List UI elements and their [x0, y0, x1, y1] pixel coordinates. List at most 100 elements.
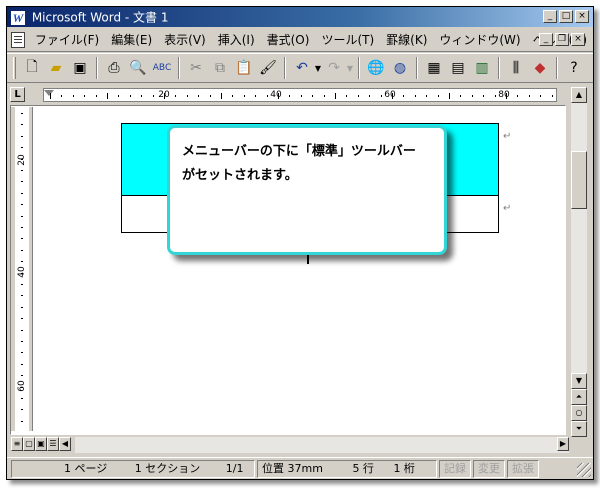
- doc-minimize-button[interactable]: _: [539, 33, 553, 46]
- normal-view-icon[interactable]: ≡: [11, 437, 23, 451]
- print-preview-icon[interactable]: 🔍: [127, 57, 149, 79]
- status-page-info: 1 ページ 1 セクション 1/1: [11, 459, 255, 478]
- ruler-tick: [540, 95, 542, 97]
- status-column: 1 桁: [393, 461, 415, 475]
- tab-selector-icon[interactable]: L: [10, 87, 25, 102]
- document-control-icon[interactable]: [11, 31, 25, 48]
- ruler-tick: [346, 95, 348, 97]
- paste-icon[interactable]: 📋: [233, 57, 255, 79]
- resize-grip-icon[interactable]: [577, 463, 591, 477]
- menu-insert[interactable]: 挿入(I): [212, 28, 261, 52]
- doc-restore-button[interactable]: ❐: [555, 33, 569, 46]
- toolbar-separator: [556, 57, 558, 79]
- menu-tools[interactable]: ツール(T): [315, 28, 380, 52]
- horizontal-ruler[interactable]: 20 40 60 80: [43, 88, 557, 102]
- horizontal-ruler-row: L 20 40 60 80: [7, 85, 593, 105]
- status-page: 1 ページ: [64, 461, 108, 475]
- spelling-icon[interactable]: ABC: [151, 57, 173, 79]
- doc-close-button[interactable]: ×: [571, 33, 585, 46]
- undo-dropdown-icon[interactable]: ▼: [314, 64, 322, 73]
- ruler-tick: [141, 95, 143, 97]
- ruler-tick: [392, 93, 393, 99]
- ruler-tick: [198, 95, 200, 97]
- redo-dropdown-icon[interactable]: ▼: [346, 64, 354, 73]
- vertical-scrollbar[interactable]: ▲ ▼ ⏶ ○ ⏷: [571, 87, 587, 437]
- status-trk[interactable]: 変更: [473, 459, 505, 478]
- callout-line-1: メニューバーの下に「標準」ツールバー: [182, 144, 416, 159]
- ruler-tick: [255, 95, 257, 97]
- status-ext[interactable]: 拡張: [507, 459, 539, 478]
- menu-file[interactable]: ファイル(F): [29, 28, 105, 52]
- print-layout-view-icon[interactable]: ▣: [35, 437, 47, 451]
- previous-page-icon[interactable]: ⏶: [571, 389, 587, 405]
- vruler-tick: [21, 192, 23, 194]
- maximize-button[interactable]: □: [559, 10, 573, 23]
- ruler-tick: [129, 95, 131, 97]
- minimize-button[interactable]: _: [543, 10, 557, 23]
- status-pages: 1/1: [225, 461, 244, 475]
- ruler-tick: [483, 95, 485, 97]
- vruler-tick: [21, 329, 23, 331]
- browse-object-icon[interactable]: ○: [571, 405, 587, 421]
- redo-icon[interactable]: ↷: [323, 57, 345, 79]
- ruler-tick: [209, 95, 211, 97]
- cut-icon[interactable]: ✂: [185, 57, 207, 79]
- columns-icon[interactable]: ⫼: [505, 57, 527, 79]
- outline-view-icon[interactable]: ☰: [47, 437, 59, 451]
- scroll-down-icon[interactable]: ▼: [571, 373, 587, 389]
- tables-borders-icon[interactable]: ▦: [423, 57, 445, 79]
- hyperlink-icon[interactable]: 🌐: [365, 57, 387, 79]
- menu-format[interactable]: 書式(O): [261, 28, 316, 52]
- ruler-mark-40: 40: [270, 90, 282, 100]
- status-position-info: 位置 37mm 5 行 1 桁: [257, 459, 437, 478]
- scroll-left-icon[interactable]: ◀: [59, 437, 71, 451]
- vruler-tick: [21, 398, 23, 399]
- scroll-up-icon[interactable]: ▲: [571, 87, 587, 103]
- close-button[interactable]: ×: [575, 10, 589, 23]
- vruler-tick: [21, 284, 23, 285]
- help-icon[interactable]: ?: [563, 57, 585, 79]
- view-and-scroll-row: ≡ ▢ ▣ ☰ ◀ ▶: [11, 437, 569, 453]
- ruler-tick: [289, 95, 291, 97]
- next-page-icon[interactable]: ⏷: [571, 421, 587, 437]
- undo-icon[interactable]: ↶: [291, 57, 313, 79]
- status-bar: 1 ページ 1 セクション 1/1 位置 37mm 5 行 1 桁 記録 変更 …: [7, 457, 593, 479]
- vruler-tick: [21, 249, 23, 251]
- open-icon[interactable]: ▰: [45, 57, 67, 79]
- vruler-tick: [21, 318, 23, 320]
- copy-icon[interactable]: ⧉: [209, 57, 231, 79]
- ruler-tick: [528, 95, 530, 97]
- format-painter-icon[interactable]: 🖌: [257, 57, 279, 79]
- menu-window[interactable]: ウィンドウ(W): [433, 28, 526, 52]
- ruler-mark-80: 80: [498, 90, 510, 100]
- ruler-tick: [369, 95, 371, 97]
- new-icon[interactable]: 🗋: [21, 57, 43, 79]
- ruler-tick: [380, 95, 382, 97]
- web-layout-view-icon[interactable]: ▢: [23, 437, 35, 451]
- vertical-ruler[interactable]: 20 40 60: [11, 107, 33, 431]
- ruler-tick: [460, 95, 462, 97]
- insert-table-icon[interactable]: ▤: [447, 57, 469, 79]
- ruler-tick: [414, 95, 416, 97]
- menu-view[interactable]: 表示(V): [158, 28, 212, 52]
- save-icon[interactable]: ▣: [69, 57, 91, 79]
- ruler-tick: [152, 95, 154, 97]
- scroll-right-icon[interactable]: ▶: [557, 437, 569, 451]
- vruler-tick: [21, 386, 23, 388]
- horizontal-scrollbar[interactable]: ▶: [75, 437, 569, 453]
- toolbar-grip[interactable]: [13, 57, 16, 79]
- print-icon[interactable]: ⎙: [103, 57, 125, 79]
- menu-edit[interactable]: 編集(E): [105, 28, 158, 52]
- toolbar-separator: [284, 57, 286, 79]
- word-app-icon[interactable]: W: [11, 10, 25, 25]
- insert-excel-icon[interactable]: ▥: [471, 57, 493, 79]
- vruler-tick: [21, 158, 23, 160]
- drawing-icon[interactable]: ◆: [529, 57, 551, 79]
- status-rec[interactable]: 記録: [439, 459, 471, 478]
- scroll-thumb[interactable]: [571, 151, 587, 209]
- vruler-mark-20: 20: [17, 154, 27, 166]
- first-line-indent-marker[interactable]: [44, 90, 54, 96]
- vruler-tick: [21, 147, 23, 149]
- web-toolbar-icon[interactable]: ◍: [389, 57, 411, 79]
- menu-table[interactable]: 罫線(K): [380, 28, 433, 52]
